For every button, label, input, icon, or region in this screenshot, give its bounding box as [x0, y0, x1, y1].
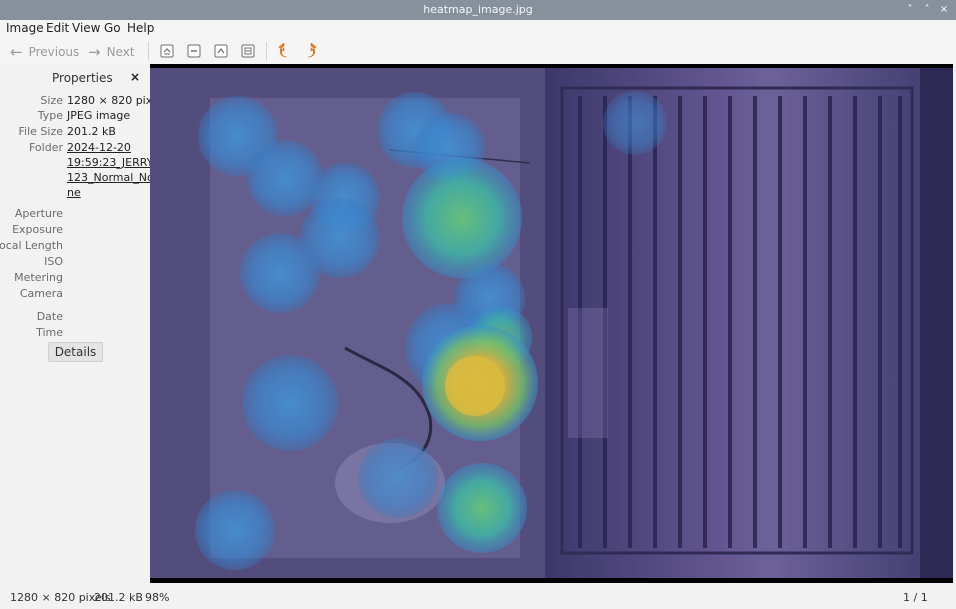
toolbar-separator	[148, 42, 149, 60]
arrow-right-icon: →	[88, 43, 101, 61]
folder-line: 19:59:23_JERRY-	[67, 156, 157, 169]
property-key: Size	[40, 94, 63, 107]
property-key: File Size	[18, 125, 63, 138]
folder-link[interactable]: 2024-12-20 19:59:23_JERRY- 123_Normal_No…	[67, 140, 158, 200]
zoom-original-icon[interactable]	[240, 43, 256, 59]
property-key: Aperture	[14, 207, 63, 220]
menu-help[interactable]: Help	[127, 21, 154, 35]
previous-button[interactable]: ← Previous	[10, 42, 80, 61]
next-label: Next	[106, 45, 135, 59]
menu-edit[interactable]: Edit	[46, 21, 69, 35]
toolbar-separator	[266, 42, 267, 60]
property-value: JPEG image	[67, 109, 131, 122]
status-page: 1 / 1	[903, 591, 928, 604]
property-key: Time	[36, 326, 63, 339]
property-value: 201.2 kB	[67, 125, 116, 138]
property-key: Exposure	[12, 223, 63, 236]
zoom-fit-icon[interactable]	[159, 43, 175, 59]
menubar: Image Edit View Go Help	[0, 20, 956, 38]
rotate-right-icon[interactable]	[303, 43, 319, 59]
window-title: heatmap_image.jpg	[423, 3, 533, 16]
next-button[interactable]: → Next	[88, 42, 135, 61]
folder-line: 123_Normal_No-	[67, 171, 158, 184]
image-viewer[interactable]	[150, 64, 953, 583]
property-key: Type	[37, 109, 63, 122]
close-window-button[interactable]: ×	[937, 2, 951, 17]
minimize-button[interactable]: ˅	[903, 2, 917, 17]
heatmap-image	[150, 68, 953, 578]
close-icon[interactable]: ×	[130, 70, 140, 84]
previous-label: Previous	[28, 45, 80, 59]
property-key: Metering	[14, 271, 63, 284]
menu-image[interactable]: Image	[6, 21, 44, 35]
properties-panel: Properties × Size 1280 × 820 pixels Type…	[0, 64, 167, 583]
property-key: Folder	[29, 141, 63, 154]
maximize-button[interactable]: ˄	[920, 2, 934, 17]
property-key: ISO	[44, 255, 63, 268]
window-titlebar[interactable]: heatmap_image.jpg ˅ ˄ ×	[0, 0, 956, 20]
status-zoom: 98%	[145, 591, 170, 604]
details-button[interactable]: Details	[48, 342, 103, 362]
property-key: Focal Length	[0, 239, 63, 252]
statusbar: 1280 × 820 pixels 201.2 kB 98% 1 / 1	[0, 587, 956, 609]
image-canvas[interactable]	[150, 68, 953, 578]
zoom-out-icon[interactable]	[186, 43, 202, 59]
folder-line: 2024-12-20	[67, 141, 131, 154]
toolbar: ← Previous → Next	[0, 38, 956, 64]
properties-title: Properties	[52, 71, 113, 85]
property-key: Date	[36, 310, 63, 323]
zoom-in-icon[interactable]	[213, 43, 229, 59]
menu-view[interactable]: View	[72, 21, 100, 35]
status-file-size: 201.2 kB	[94, 591, 143, 604]
arrow-left-icon: ←	[10, 43, 23, 61]
property-key: Camera	[19, 287, 63, 300]
folder-line: ne	[67, 186, 81, 199]
menu-go[interactable]: Go	[104, 21, 121, 35]
rotate-left-icon[interactable]	[276, 43, 292, 59]
